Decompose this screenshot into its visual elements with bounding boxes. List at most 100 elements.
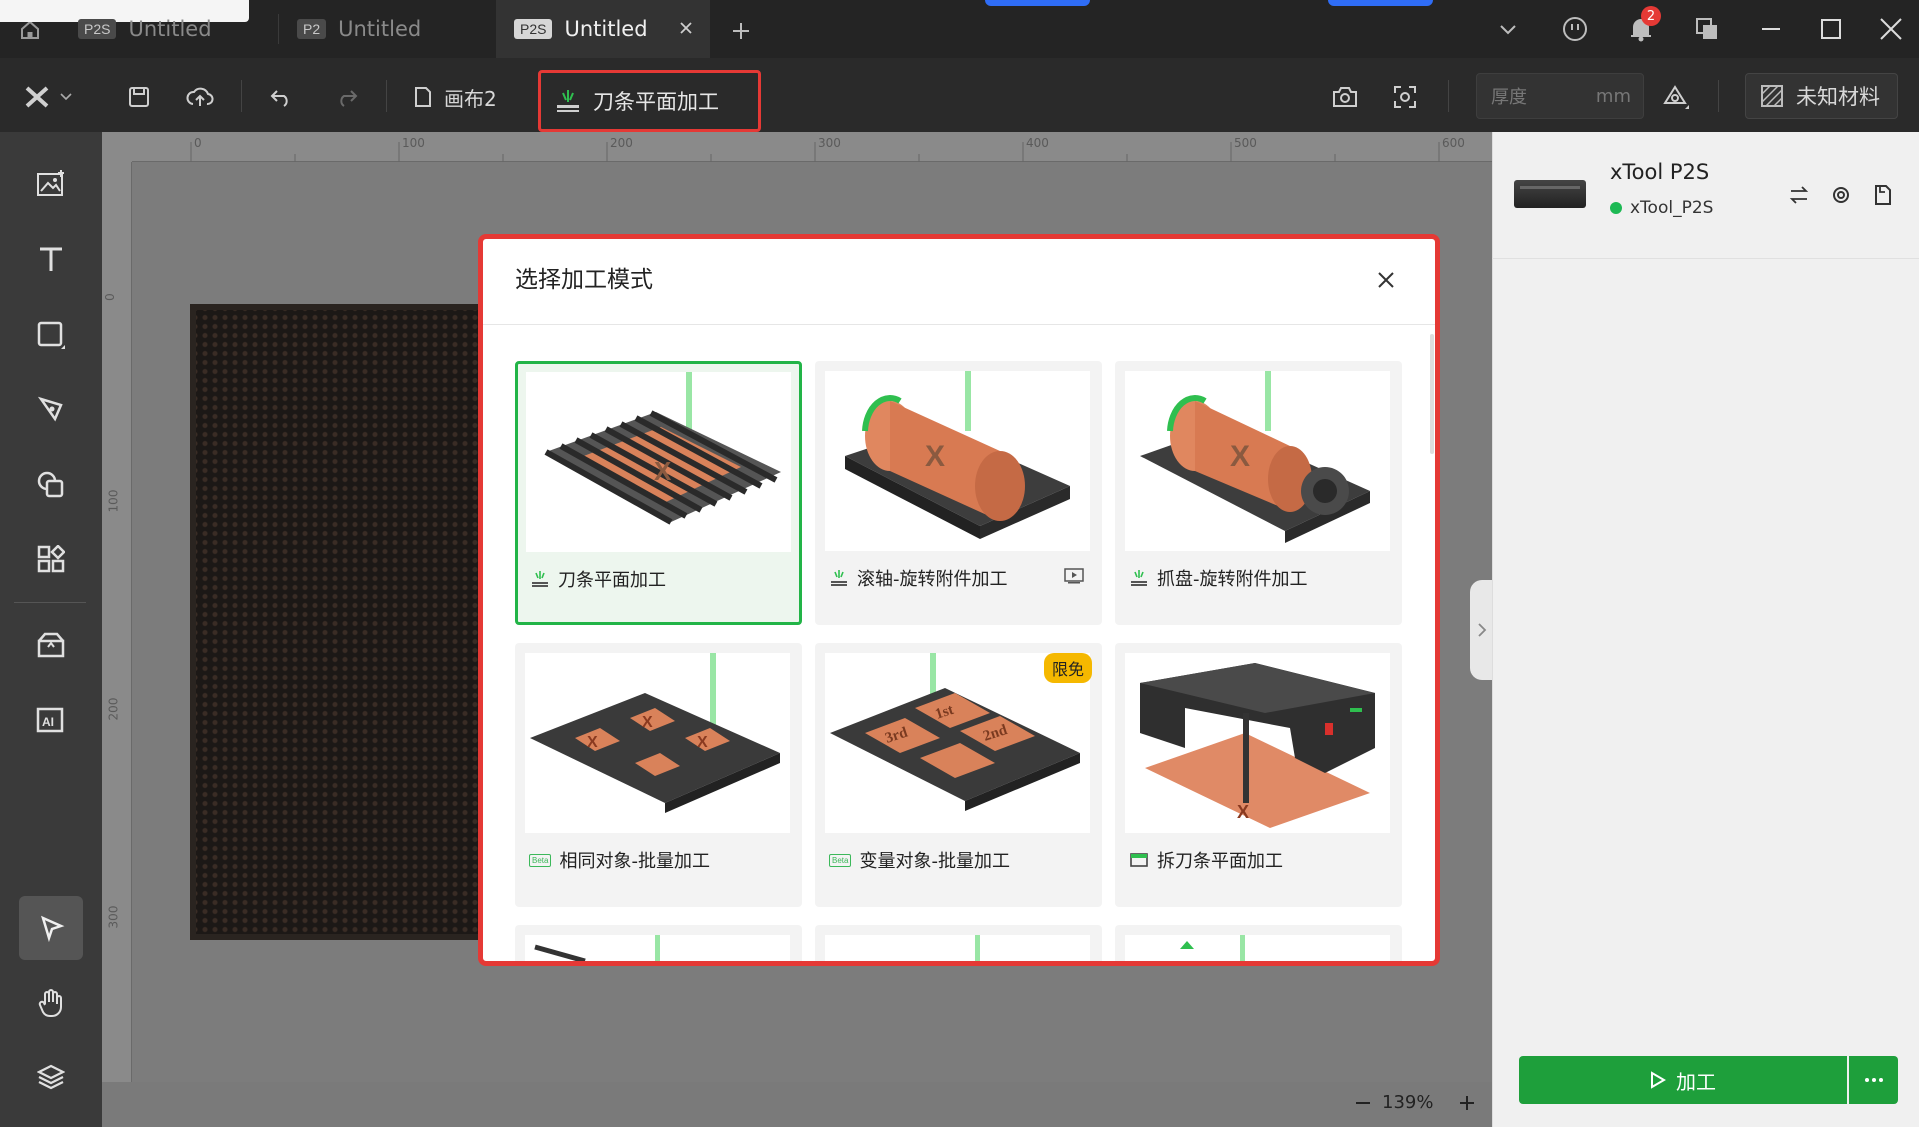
- minimize-icon[interactable]: [1756, 14, 1786, 44]
- dialog-scrollbar[interactable]: [1430, 334, 1434, 454]
- feedback-icon[interactable]: [1560, 14, 1590, 44]
- scan-focus-icon[interactable]: [1390, 82, 1420, 112]
- tab-untitled-2[interactable]: P2 Untitled: [279, 0, 495, 58]
- device-connection[interactable]: xTool_P2S: [1610, 198, 1713, 218]
- mode-card-roller-rotary[interactable]: X 滚轴-旋转附件加工: [815, 361, 1102, 625]
- camera-preview-frame: [190, 304, 490, 940]
- ruler-label: 500: [1234, 136, 1257, 150]
- free-limited-badge: 限免: [1043, 653, 1092, 683]
- projects-box-icon[interactable]: [26, 620, 76, 670]
- thickness-unit: mm: [1595, 85, 1631, 107]
- left-toolbar-divider: [14, 602, 86, 603]
- maximize-icon[interactable]: [1816, 14, 1846, 44]
- start-process-button[interactable]: 加工: [1519, 1056, 1847, 1104]
- xtool-logo-icon: [25, 86, 49, 108]
- ruler-label: 100: [402, 136, 425, 150]
- select-tool-icon[interactable]: [19, 896, 83, 960]
- thickness-placeholder: 厚度: [1491, 87, 1527, 108]
- card-x-mark: X: [925, 440, 945, 473]
- mode-card-partial[interactable]: [815, 925, 1102, 961]
- processing-mode-selector[interactable]: 刀条平面加工: [538, 70, 761, 132]
- tab-device-badge: P2: [297, 19, 327, 39]
- ruler-label: 600: [1442, 136, 1465, 150]
- laser-flat-icon: [831, 570, 847, 586]
- panel-expand-handle[interactable]: [1470, 580, 1494, 680]
- card-x-mark: X: [1230, 440, 1250, 473]
- process-more-button[interactable]: [1849, 1056, 1898, 1104]
- mode-card-same-object-batch[interactable]: X X X Beta 相同对象-批量加工: [515, 643, 802, 907]
- shape-tool-icon[interactable]: [26, 310, 76, 360]
- device-doc-icon[interactable]: [1870, 182, 1896, 208]
- mode-card-partial[interactable]: [1115, 925, 1402, 961]
- image-import-icon[interactable]: [26, 158, 76, 208]
- document-icon: [415, 87, 431, 107]
- tab-device-badge: P2S: [514, 19, 553, 39]
- material-label: 未知材料: [1796, 85, 1880, 109]
- ruler-label: 200: [106, 697, 121, 721]
- canvas-name: 画布2: [444, 86, 497, 111]
- undo-icon[interactable]: [266, 82, 296, 112]
- mode-card-label-row: 抓盘-旋转附件加工: [1129, 565, 1308, 591]
- mode-card-bladeless-flat[interactable]: X 拆刀条平面加工: [1115, 643, 1402, 907]
- tab-device-badge: P2S: [78, 19, 117, 39]
- laser-flat-icon: [532, 571, 548, 587]
- close-tab-icon[interactable]: [678, 17, 694, 41]
- zoom-in-icon[interactable]: [1456, 1092, 1478, 1114]
- tab-label: Untitled: [564, 17, 648, 41]
- material-selector[interactable]: 未知材料: [1745, 73, 1898, 119]
- mode-card-label-row: Beta 变量对象-批量加工: [829, 847, 1010, 873]
- card-x-mark: X: [1237, 802, 1249, 822]
- mode-card-variable-object-batch[interactable]: 1st 3rd 2nd 限免 Beta 变量对象-批量加工: [815, 643, 1102, 907]
- video-icon[interactable]: [1063, 567, 1085, 585]
- close-window-icon[interactable]: [1876, 14, 1906, 44]
- new-tab-icon[interactable]: [726, 16, 756, 46]
- tab-list-chevron-icon[interactable]: [1494, 16, 1522, 44]
- thickness-input[interactable]: 厚度 mm: [1476, 73, 1644, 119]
- ruler-label: 300: [818, 136, 841, 150]
- combine-shapes-icon[interactable]: [26, 460, 76, 510]
- zoom-out-icon[interactable]: [1352, 1092, 1374, 1114]
- device-name: xTool P2S: [1610, 160, 1710, 184]
- same-object-batch-illustration: X X X: [525, 653, 790, 833]
- camera-icon[interactable]: [1330, 82, 1360, 112]
- tab-untitled-3[interactable]: P2S Untitled: [496, 0, 710, 58]
- text-tool-icon[interactable]: [26, 234, 76, 284]
- switch-device-icon[interactable]: [1786, 182, 1812, 208]
- canvas-selector[interactable]: 画布2: [414, 80, 497, 114]
- laser-flat-icon: [1131, 570, 1147, 586]
- ruler-label: 0: [102, 293, 117, 301]
- layers-icon[interactable]: [26, 1052, 76, 1102]
- mode-card-blade-flat[interactable]: X 刀条平面加工: [515, 361, 802, 625]
- beta-icon: Beta: [829, 853, 852, 867]
- dialog-close-icon[interactable]: [1371, 265, 1401, 295]
- mode-card-label-row: 拆刀条平面加工: [1129, 847, 1283, 873]
- auto-measure-icon[interactable]: [1658, 80, 1694, 114]
- mode-card-chuck-rotary[interactable]: X 抓盘-旋转附件加工: [1115, 361, 1402, 625]
- mode-card-label: 拆刀条平面加工: [1157, 851, 1283, 872]
- device-settings-icon[interactable]: [1828, 182, 1854, 208]
- svg-text:AI: AI: [42, 715, 54, 729]
- blade-flat-illustration: X: [526, 372, 791, 552]
- right-panel-divider: [1492, 258, 1919, 259]
- ruler-label: 0: [194, 136, 202, 150]
- tab-label: Untitled: [128, 17, 212, 41]
- save-icon[interactable]: [124, 82, 154, 112]
- machine-icon: [1130, 853, 1148, 867]
- hand-pan-icon[interactable]: [26, 978, 76, 1028]
- tab-untitled-1[interactable]: P2S Untitled: [60, 0, 278, 58]
- app-menu-button[interactable]: [24, 80, 78, 114]
- ai-image-icon[interactable]: AI: [26, 694, 76, 744]
- pen-tool-icon[interactable]: [26, 384, 76, 434]
- redo-icon[interactable]: [332, 82, 362, 112]
- cloud-upload-icon[interactable]: [184, 82, 216, 112]
- card-x-mark: X: [697, 734, 708, 751]
- machine-thumbnail: [1514, 180, 1586, 208]
- toolbar-divider: [1718, 80, 1719, 112]
- mode-card-partial[interactable]: [515, 925, 802, 961]
- ruler-corner: [102, 132, 132, 162]
- zoom-level: 139%: [1382, 1092, 1434, 1113]
- connection-status-dot: [1610, 202, 1622, 214]
- windows-stack-icon[interactable]: [1692, 14, 1722, 44]
- toolbar-divider: [1448, 80, 1449, 112]
- elements-library-icon[interactable]: [26, 534, 76, 584]
